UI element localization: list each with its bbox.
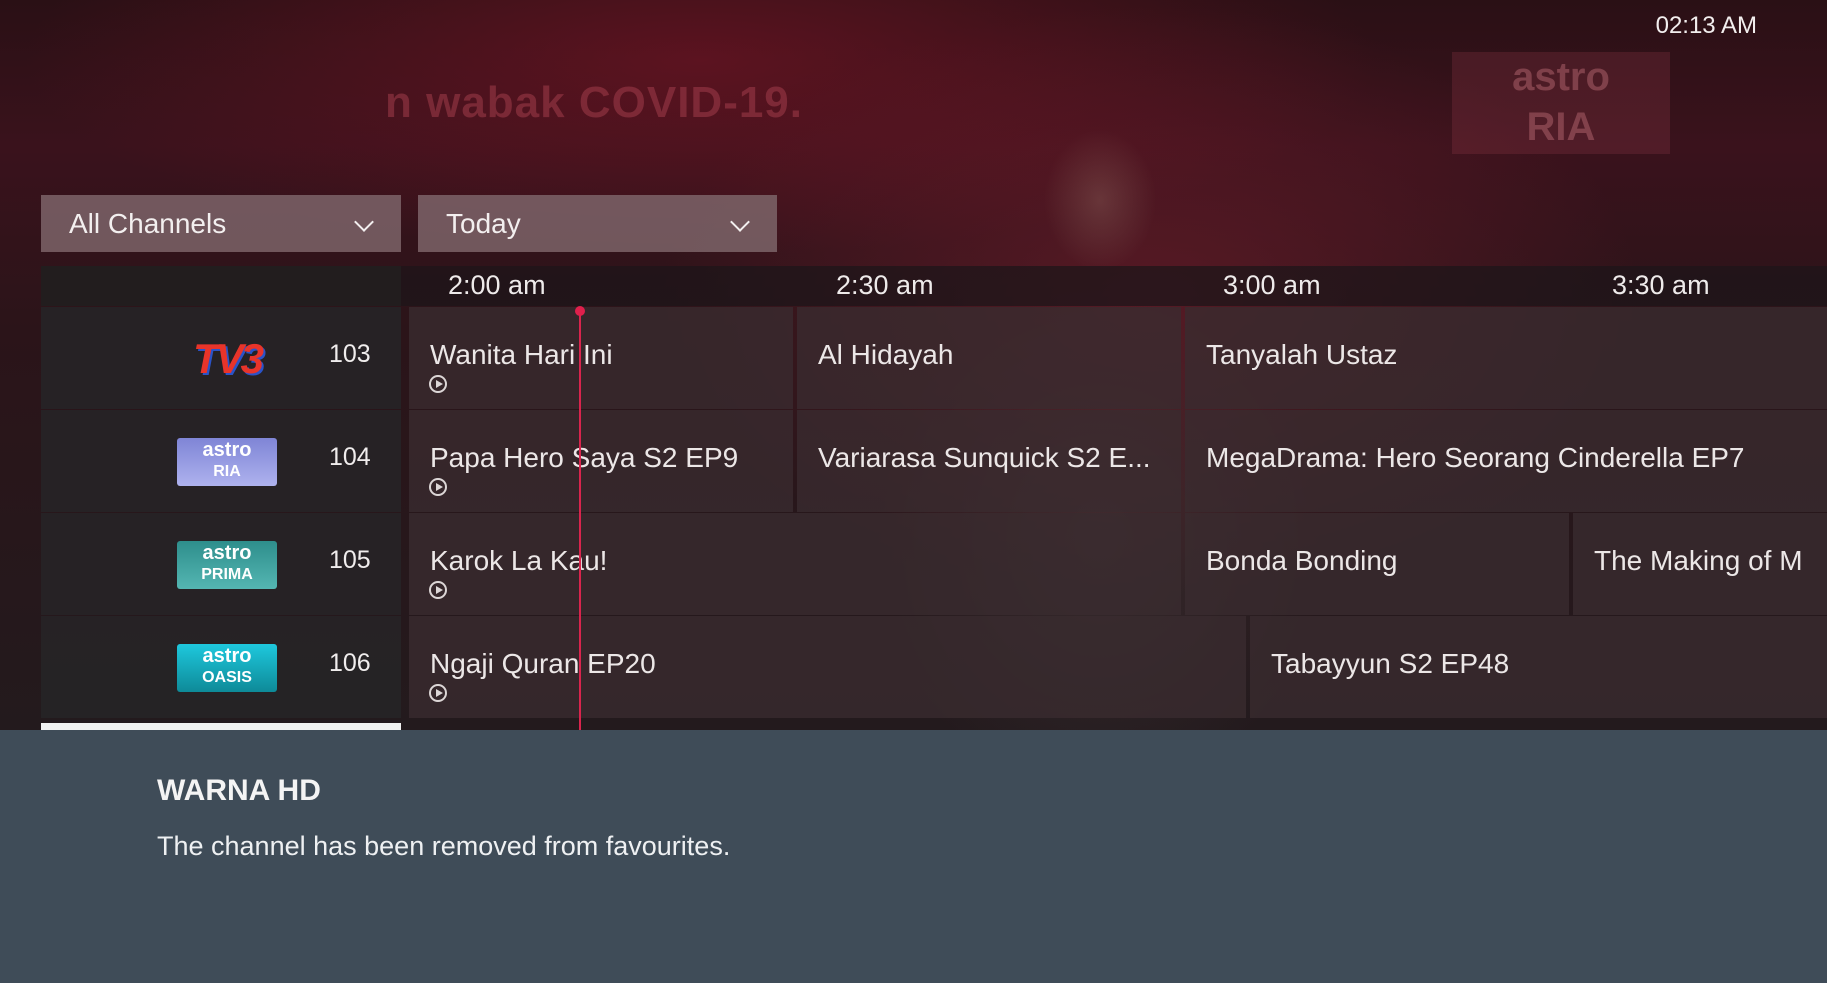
channel-row: astro OASIS 106 Ngaji Quran EP20 Tabayyu… bbox=[41, 616, 1827, 719]
time-slot-label: 3:30 am bbox=[1612, 270, 1710, 300]
status-clock: 02:13 AM bbox=[1655, 12, 1757, 39]
channel-cell-104[interactable]: astro RIA 104 bbox=[41, 410, 401, 512]
program-tile[interactable]: Tanyalah Ustaz bbox=[1185, 307, 1827, 409]
program-title: MegaDrama: Hero Seorang Cinderella EP7 bbox=[1206, 442, 1745, 473]
program-tile[interactable]: Ngaji Quran EP20 bbox=[409, 616, 1246, 718]
channel-filter-label: All Channels bbox=[69, 208, 227, 239]
logo-line1: astro bbox=[202, 645, 252, 667]
channel-logo-astro-ria: astro RIA bbox=[177, 438, 277, 486]
day-filter-dropdown[interactable]: Today bbox=[418, 195, 777, 252]
program-tile[interactable]: Al Hidayah bbox=[797, 307, 1181, 409]
replay-icon bbox=[429, 684, 447, 702]
time-slot-label: 2:30 am bbox=[836, 270, 934, 300]
logo-line1: astro bbox=[202, 542, 252, 564]
channel-row: astro PRIMA 105 Karok La Kau! Bonda Bond… bbox=[41, 513, 1827, 616]
notification-toast: WARNA HD The channel has been removed fr… bbox=[0, 730, 1827, 983]
toast-title: WARNA HD bbox=[157, 774, 321, 807]
program-tile[interactable]: The Making of M bbox=[1573, 513, 1827, 615]
program-tile[interactable]: Bonda Bonding bbox=[1185, 513, 1569, 615]
program-title: Variarasa Sunquick S2 E... bbox=[818, 442, 1151, 473]
channel-logo-astro-prima: astro PRIMA bbox=[177, 541, 277, 589]
program-title: The Making of M bbox=[1594, 545, 1803, 576]
watermark-line1: astro bbox=[1512, 55, 1610, 99]
program-title: Tanyalah Ustaz bbox=[1206, 339, 1398, 370]
channel-number: 106 bbox=[329, 649, 371, 677]
program-tile[interactable]: Wanita Hari Ini bbox=[409, 307, 793, 409]
logo-line2: PRIMA bbox=[201, 566, 253, 583]
channel-row: astro RIA 104 Papa Hero Saya S2 EP9 Vari… bbox=[41, 410, 1827, 513]
program-tile[interactable]: Papa Hero Saya S2 EP9 bbox=[409, 410, 793, 512]
program-title: Ngaji Quran EP20 bbox=[430, 648, 656, 679]
channel-logo-tv3: TV3 bbox=[192, 335, 264, 382]
replay-icon bbox=[429, 478, 447, 496]
channel-logo-astro-oasis: astro OASIS bbox=[177, 644, 277, 692]
program-title: Papa Hero Saya S2 EP9 bbox=[430, 442, 739, 473]
program-tile[interactable]: Tabayyun S2 EP48 bbox=[1250, 616, 1827, 718]
toast-message: The channel has been removed from favour… bbox=[157, 831, 731, 861]
logo-line2: OASIS bbox=[202, 669, 252, 686]
logo-line2: RIA bbox=[213, 463, 241, 480]
program-title: Al Hidayah bbox=[818, 339, 954, 370]
time-slot-label: 2:00 am bbox=[448, 270, 546, 300]
channel-filter-dropdown[interactable]: All Channels bbox=[41, 195, 401, 252]
chevron-down-icon bbox=[730, 212, 750, 232]
current-time-dot bbox=[575, 306, 585, 316]
logo-line1: astro bbox=[202, 439, 252, 461]
chevron-down-icon bbox=[354, 212, 374, 232]
channel-cell-106[interactable]: astro OASIS 106 bbox=[41, 616, 401, 718]
replay-icon bbox=[429, 375, 447, 393]
program-title: Wanita Hari Ini bbox=[430, 339, 613, 370]
channel-number: 104 bbox=[329, 443, 371, 471]
replay-icon bbox=[429, 581, 447, 599]
channel-cell-103[interactable]: TV3 103 bbox=[41, 307, 401, 409]
watermark-line2: RIA bbox=[1526, 105, 1596, 149]
program-title: Bonda Bonding bbox=[1206, 545, 1398, 576]
channel-row: TV3 103 Wanita Hari Ini Al Hidayah Tanya… bbox=[41, 307, 1827, 410]
program-tile[interactable]: MegaDrama: Hero Seorang Cinderella EP7 bbox=[1185, 410, 1827, 512]
current-time-indicator bbox=[579, 310, 581, 730]
time-slot-label: 3:00 am bbox=[1223, 270, 1321, 300]
timeline-corner bbox=[41, 266, 401, 306]
channel-cell-105[interactable]: astro PRIMA 105 bbox=[41, 513, 401, 615]
epg-grid: TV3 103 Wanita Hari Ini Al Hidayah Tanya… bbox=[41, 307, 1827, 719]
program-tile[interactable]: Variarasa Sunquick S2 E... bbox=[797, 410, 1181, 512]
channel-number: 103 bbox=[329, 340, 371, 368]
video-ticker-text: n wabak COVID-19. bbox=[385, 78, 804, 127]
program-title: Tabayyun S2 EP48 bbox=[1271, 648, 1510, 679]
timeline-header: 2:00 am 2:30 am 3:00 am 3:30 am bbox=[41, 266, 1827, 306]
day-filter-label: Today bbox=[446, 208, 521, 239]
channel-number: 105 bbox=[329, 546, 371, 574]
video-channel-watermark: astro RIA bbox=[1452, 52, 1670, 154]
focused-channel-highlight bbox=[41, 723, 401, 730]
program-tile[interactable]: Karok La Kau! bbox=[409, 513, 1181, 615]
